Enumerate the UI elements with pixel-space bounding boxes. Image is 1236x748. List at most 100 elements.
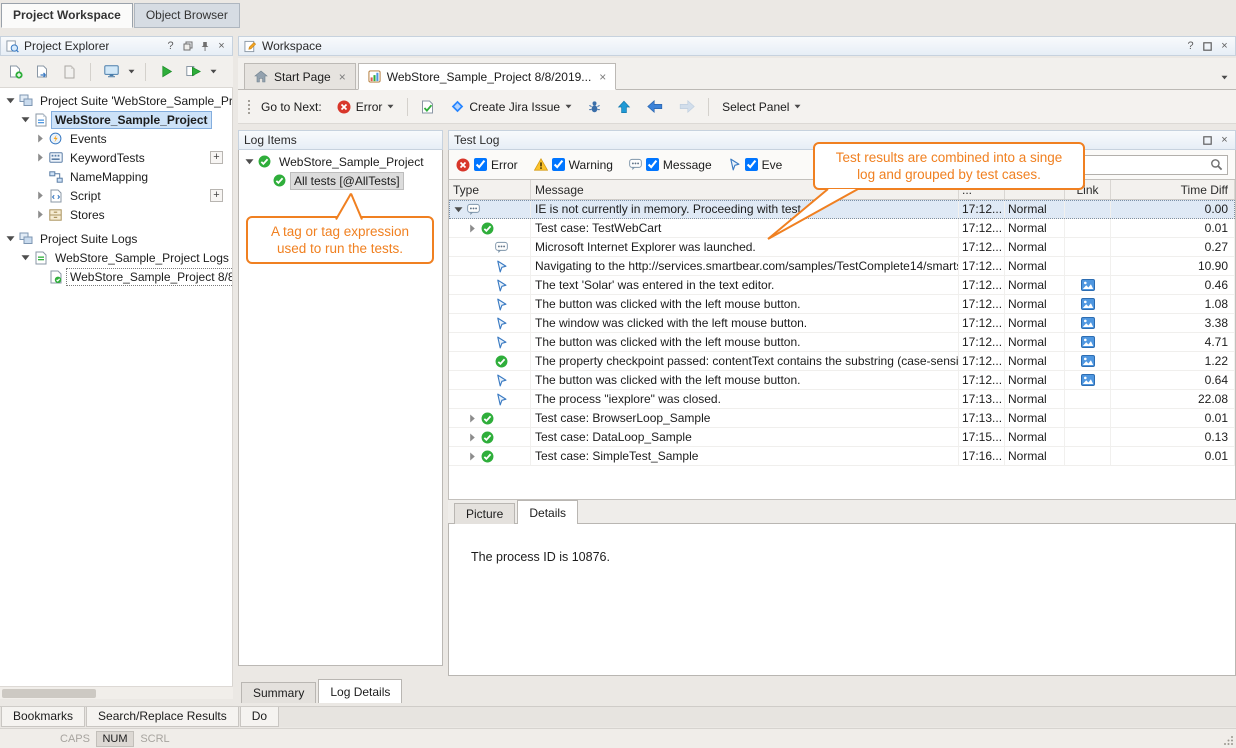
toolbar-grip[interactable] bbox=[246, 98, 251, 116]
filter-checkbox-eve[interactable] bbox=[745, 158, 758, 171]
document-tab-webstore_sample_project-8-8-2019[interactable]: WebStore_Sample_Project 8/8/2019...× bbox=[358, 63, 617, 90]
log-row[interactable]: The window was clicked with the left mou… bbox=[449, 314, 1235, 333]
picture-icon[interactable] bbox=[1081, 279, 1095, 291]
float-icon[interactable] bbox=[182, 40, 193, 52]
log-row-link bbox=[1065, 276, 1111, 294]
run-project-button[interactable] bbox=[181, 60, 205, 84]
filter-label: Warning bbox=[569, 158, 613, 172]
scrollbar-thumb[interactable] bbox=[2, 689, 96, 698]
page-arrow-button[interactable] bbox=[31, 60, 55, 84]
tab-list-chevron-icon[interactable] bbox=[1221, 75, 1228, 80]
log-row[interactable]: Test case: SimpleTest_Sample17:16...Norm… bbox=[449, 447, 1235, 466]
panel-tab-bookmarks[interactable]: Bookmarks bbox=[1, 707, 85, 727]
tab-details[interactable]: Details bbox=[517, 500, 578, 524]
expander-down-icon[interactable] bbox=[19, 253, 32, 262]
log-row[interactable]: The process "iexplore" was closed.17:13.… bbox=[449, 390, 1235, 409]
picture-icon[interactable] bbox=[1081, 298, 1095, 310]
tree-item-webstore_sample_project[interactable]: WebStore_Sample_Project bbox=[0, 110, 232, 129]
add-item-badge[interactable]: + bbox=[210, 189, 223, 202]
expander-down-icon[interactable] bbox=[4, 96, 17, 105]
expander-right-icon[interactable] bbox=[466, 224, 479, 233]
log-row[interactable]: The button was clicked with the left mou… bbox=[449, 295, 1235, 314]
tab-picture[interactable]: Picture bbox=[454, 503, 515, 524]
log-row[interactable]: The button was clicked with the left mou… bbox=[449, 371, 1235, 390]
log-row[interactable]: Navigating to the http://services.smartb… bbox=[449, 257, 1235, 276]
tree-item-webstore_sample_project-8-8[interactable]: WebStore_Sample_Project 8/8/... bbox=[0, 267, 232, 286]
tree-item-namemapping[interactable]: NameMapping bbox=[0, 167, 232, 186]
picture-icon[interactable] bbox=[1081, 355, 1095, 367]
top-tab-object-browser[interactable]: Object Browser bbox=[134, 3, 240, 28]
navigate-forward-button[interactable] bbox=[671, 94, 703, 119]
close-icon[interactable]: × bbox=[337, 70, 346, 84]
move-up-button[interactable] bbox=[609, 94, 639, 119]
tree-item-keywordtests[interactable]: KeywordTests+ bbox=[0, 148, 232, 167]
expander-right-icon[interactable] bbox=[466, 414, 479, 423]
log-row[interactable]: The button was clicked with the left mou… bbox=[449, 333, 1235, 352]
column-header-time-diff[interactable]: Time Diff bbox=[1111, 180, 1235, 199]
pin-icon[interactable] bbox=[199, 40, 210, 52]
chevron-down-icon[interactable] bbox=[208, 69, 219, 74]
log-row[interactable]: Test case: DataLoop_Sample17:15...Normal… bbox=[449, 428, 1235, 447]
create-jira-issue-button[interactable]: Create Jira Issue bbox=[443, 94, 580, 119]
log-row[interactable]: Test case: TestWebCart17:12...Normal0.01 bbox=[449, 219, 1235, 238]
tree-item-events[interactable]: Events bbox=[0, 129, 232, 148]
go-to-next-error-button[interactable]: Error bbox=[329, 94, 403, 119]
run-test-button[interactable] bbox=[154, 60, 178, 84]
filter-checkbox-message[interactable] bbox=[646, 158, 659, 171]
document-tab-start-page[interactable]: Start Page× bbox=[244, 63, 356, 90]
expander-down-icon[interactable] bbox=[4, 234, 17, 243]
tree-item-project-suite-webstore_sample_project[interactable]: Project Suite 'WebStore_Sample_Project' bbox=[0, 91, 232, 110]
picture-icon[interactable] bbox=[1081, 317, 1095, 329]
tree-item-webstore_sample_project-logs[interactable]: WebStore_Sample_Project Logs bbox=[0, 248, 232, 267]
column-header-type[interactable]: Type bbox=[449, 180, 531, 199]
horizontal-scrollbar[interactable] bbox=[0, 686, 233, 699]
tree-item-project-suite-logs[interactable]: Project Suite Logs bbox=[0, 229, 232, 248]
expander-right-icon[interactable] bbox=[466, 452, 479, 461]
log-row[interactable]: The text 'Solar' was entered in the text… bbox=[449, 276, 1235, 295]
tree-item-stores[interactable]: Stores bbox=[0, 205, 232, 224]
close-icon[interactable]: × bbox=[1219, 40, 1230, 52]
picture-icon[interactable] bbox=[1081, 374, 1095, 386]
tab-log-details[interactable]: Log Details bbox=[318, 679, 402, 703]
help-icon[interactable]: ? bbox=[1185, 40, 1196, 52]
expander-down-icon[interactable] bbox=[452, 205, 465, 214]
tree-item-all-tests-alltests[interactable]: All tests [@AllTests] bbox=[239, 171, 442, 190]
log-row[interactable]: Test case: BrowserLoop_Sample17:13...Nor… bbox=[449, 409, 1235, 428]
close-icon[interactable]: × bbox=[216, 40, 227, 52]
log-row[interactable]: IE is not currently in memory. Proceedin… bbox=[449, 200, 1235, 219]
log-row[interactable]: The property checkpoint passed: contentT… bbox=[449, 352, 1235, 371]
expander-right-icon[interactable] bbox=[34, 210, 47, 219]
resize-grip-icon[interactable] bbox=[1223, 735, 1234, 746]
expander-right-icon[interactable] bbox=[34, 134, 47, 143]
tree-item-webstore_sample_project[interactable]: WebStore_Sample_Project bbox=[239, 152, 442, 171]
log-row[interactable]: Microsoft Internet Explorer was launched… bbox=[449, 238, 1235, 257]
chevron-down-icon[interactable] bbox=[126, 69, 137, 74]
navigate-back-button[interactable] bbox=[639, 94, 671, 119]
panel-tab-search-replace-results[interactable]: Search/Replace Results bbox=[86, 707, 239, 727]
jira-robot-button[interactable] bbox=[580, 94, 609, 119]
page-gray-button[interactable] bbox=[58, 60, 82, 84]
page-plus-button[interactable] bbox=[4, 60, 28, 84]
expander-right-icon[interactable] bbox=[34, 191, 47, 200]
tree-item-script[interactable]: Script+ bbox=[0, 186, 232, 205]
expander-down-icon[interactable] bbox=[19, 115, 32, 124]
expander-right-icon[interactable] bbox=[34, 153, 47, 162]
select-panel-button[interactable]: Select Panel bbox=[714, 94, 809, 119]
maximize-icon[interactable] bbox=[1202, 134, 1213, 146]
close-icon[interactable]: × bbox=[597, 70, 606, 84]
tab-summary[interactable]: Summary bbox=[241, 682, 316, 703]
expander-down-icon[interactable] bbox=[243, 157, 256, 166]
filter-checkbox-error[interactable] bbox=[474, 158, 487, 171]
maximize-icon[interactable] bbox=[1202, 40, 1213, 52]
close-icon[interactable]: × bbox=[1219, 134, 1230, 146]
log-row-message: The process "iexplore" was closed. bbox=[531, 390, 959, 408]
expander-right-icon[interactable] bbox=[466, 433, 479, 442]
filter-checkbox-warning[interactable] bbox=[552, 158, 565, 171]
log-report-button[interactable] bbox=[413, 94, 443, 119]
picture-icon[interactable] bbox=[1081, 336, 1095, 348]
panel-tab-do[interactable]: Do bbox=[240, 707, 279, 727]
object-spy-button[interactable] bbox=[99, 60, 123, 84]
help-icon[interactable]: ? bbox=[165, 40, 176, 52]
top-tab-project-workspace[interactable]: Project Workspace bbox=[1, 3, 133, 28]
add-item-badge[interactable]: + bbox=[210, 151, 223, 164]
